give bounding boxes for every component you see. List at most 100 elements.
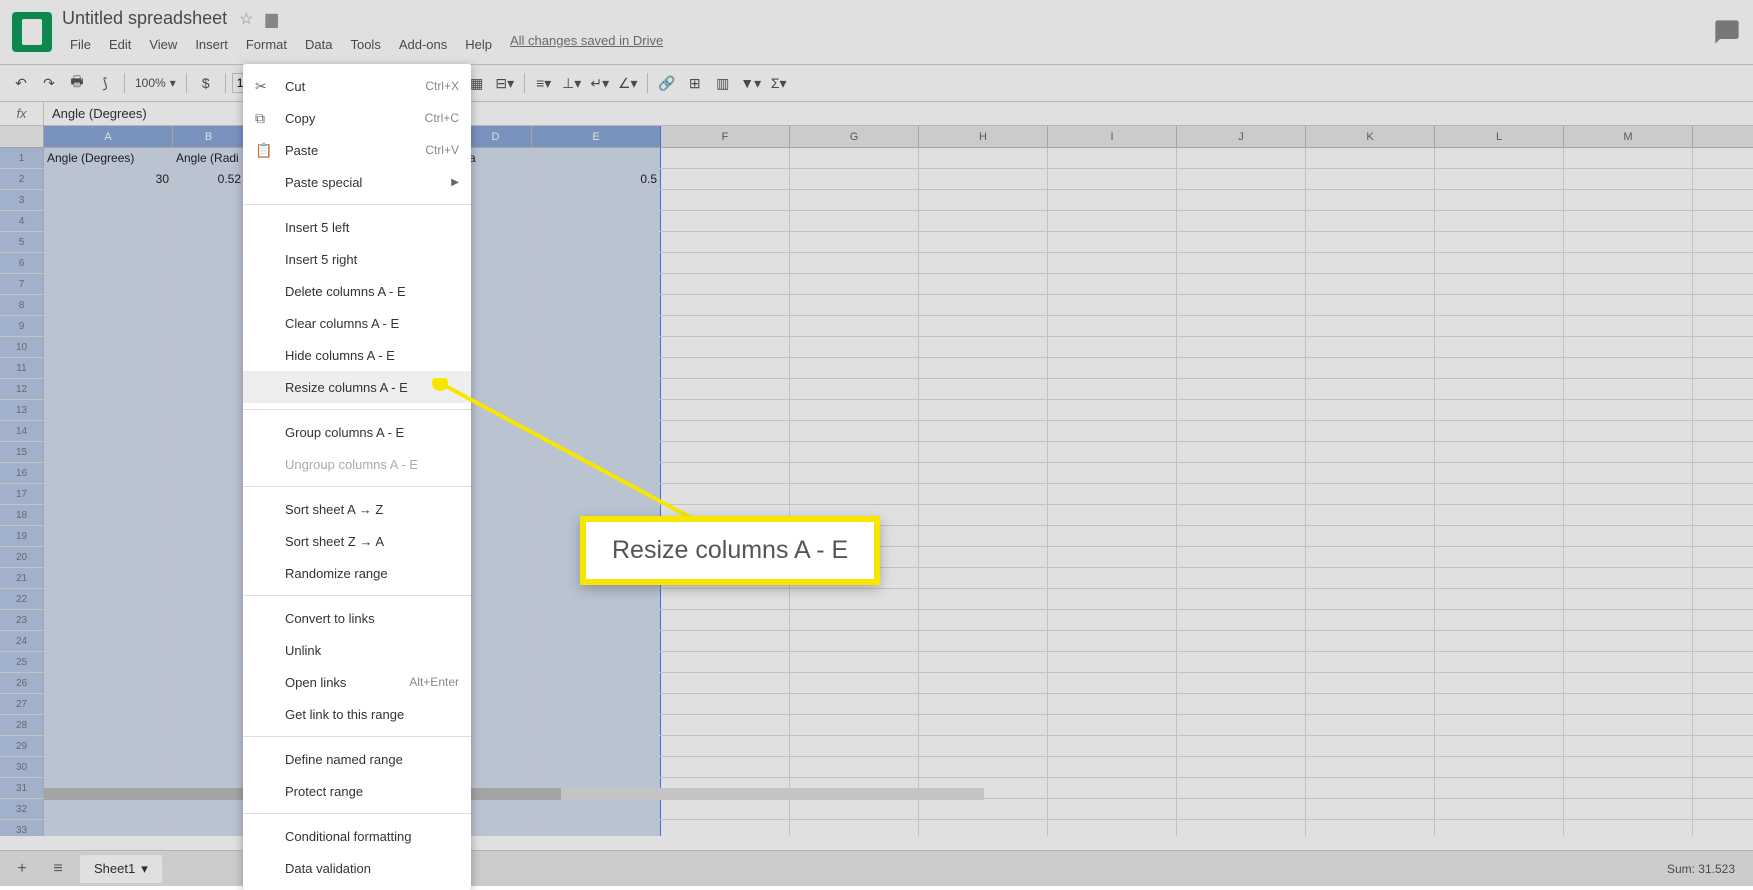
cell[interactable]: 0.52 [173,169,245,189]
cell[interactable] [1435,736,1564,756]
menu-help[interactable]: Help [457,33,500,56]
cell[interactable] [1564,757,1693,777]
cell[interactable] [44,694,173,714]
cell[interactable] [919,505,1048,525]
zoom-select[interactable]: 100%▾ [131,76,180,90]
cell[interactable] [44,190,173,210]
cell[interactable] [919,484,1048,504]
cell[interactable] [790,652,919,672]
status-sum[interactable]: Sum: 31.523 [1667,862,1745,876]
cell[interactable] [790,484,919,504]
cell[interactable] [1177,463,1306,483]
cell[interactable] [661,463,790,483]
rotate-button[interactable]: ∠▾ [615,70,641,96]
cell[interactable] [173,295,245,315]
functions-button[interactable]: Σ▾ [766,70,792,96]
cell[interactable] [1435,715,1564,735]
cell[interactable] [1048,400,1177,420]
row-header[interactable]: 32 [0,799,44,819]
cell[interactable] [532,316,661,336]
print-button[interactable]: 🖶 [64,70,90,96]
cell[interactable] [1306,379,1435,399]
cell[interactable] [1048,757,1177,777]
cell[interactable] [1177,547,1306,567]
cell[interactable] [1306,211,1435,231]
cell[interactable] [1306,400,1435,420]
row-header[interactable]: 6 [0,253,44,273]
cell[interactable]: Angle (Radi [173,148,245,168]
cell[interactable] [173,211,245,231]
cell[interactable] [173,253,245,273]
cell[interactable] [1435,673,1564,693]
cell[interactable] [1048,442,1177,462]
cell[interactable] [1435,505,1564,525]
cell[interactable] [661,736,790,756]
cell[interactable] [1048,715,1177,735]
cell[interactable] [1564,547,1693,567]
filter-button[interactable]: ▼▾ [738,70,764,96]
cell[interactable] [1177,232,1306,252]
cell[interactable] [1564,400,1693,420]
row-header[interactable]: 29 [0,736,44,756]
menu-file[interactable]: File [62,33,99,56]
currency-button[interactable]: $ [193,70,219,96]
cell[interactable] [790,274,919,294]
cell[interactable] [1048,274,1177,294]
cell[interactable] [1177,505,1306,525]
cell[interactable] [1177,316,1306,336]
cell[interactable] [173,337,245,357]
cell[interactable] [1177,799,1306,819]
cell[interactable] [1177,484,1306,504]
cell[interactable] [1306,526,1435,546]
cell[interactable] [173,358,245,378]
cell[interactable] [1564,274,1693,294]
cell[interactable] [1177,253,1306,273]
cell[interactable] [1306,694,1435,714]
cell[interactable] [919,799,1048,819]
cell[interactable] [790,190,919,210]
paint-format-button[interactable]: ⟆ [92,70,118,96]
cell[interactable] [1048,337,1177,357]
cell[interactable] [1177,526,1306,546]
cell[interactable] [1306,778,1435,798]
cell[interactable] [532,694,661,714]
cell[interactable] [44,379,173,399]
cell[interactable] [661,148,790,168]
cell[interactable] [919,526,1048,546]
cell[interactable] [44,610,173,630]
cell[interactable] [1306,652,1435,672]
cell[interactable] [173,568,245,588]
cell[interactable] [1306,316,1435,336]
cell[interactable] [790,610,919,630]
cell[interactable] [44,484,173,504]
row-header[interactable]: 19 [0,526,44,546]
menu-data[interactable]: Data [297,33,340,56]
cell[interactable] [44,715,173,735]
cell[interactable] [532,820,661,836]
cell[interactable] [1048,610,1177,630]
cell[interactable] [1048,694,1177,714]
cell[interactable] [919,358,1048,378]
cell[interactable] [919,820,1048,836]
cell[interactable] [661,337,790,357]
cell[interactable] [44,316,173,336]
chart-button[interactable]: ▥ [710,70,736,96]
cell[interactable] [661,757,790,777]
menu-addons[interactable]: Add-ons [391,33,455,56]
cell[interactable] [1564,631,1693,651]
cell[interactable] [44,631,173,651]
cell[interactable] [1564,442,1693,462]
cell[interactable] [1306,358,1435,378]
cell[interactable] [1177,148,1306,168]
ctx-paste-special[interactable]: Paste special▶ [243,166,471,198]
cell[interactable] [661,190,790,210]
cell[interactable] [790,820,919,836]
cell[interactable] [1435,442,1564,462]
ctx-open-links[interactable]: Open linksAlt+Enter [243,666,471,698]
row-header[interactable]: 12 [0,379,44,399]
cell[interactable] [532,631,661,651]
valign-button[interactable]: ⊥▾ [559,70,585,96]
cell[interactable] [1306,190,1435,210]
cell[interactable] [919,589,1048,609]
cell[interactable] [1048,358,1177,378]
